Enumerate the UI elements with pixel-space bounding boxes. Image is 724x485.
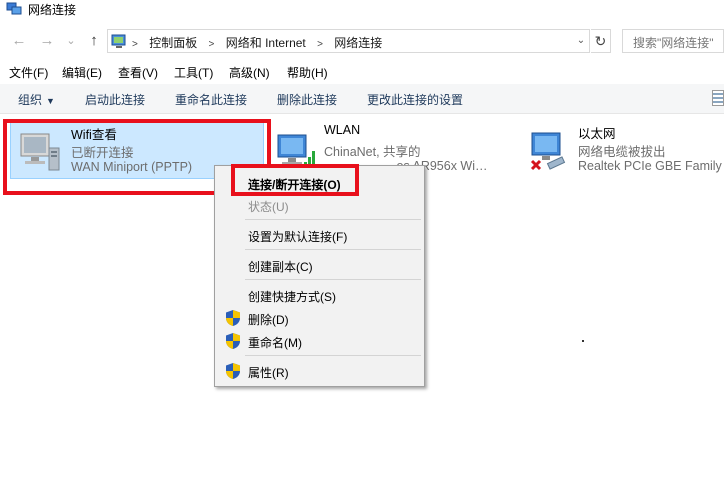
menu-item-label: 创建副本(C) xyxy=(248,260,313,274)
menu-item-status: 状态(U) xyxy=(215,194,424,216)
organize-label: 组织 xyxy=(18,93,43,107)
control-panel-icon xyxy=(111,34,126,48)
menu-separator xyxy=(245,219,421,220)
address-dropdown-button[interactable]: ⌄ xyxy=(574,34,588,48)
connection-device: Realtek PCIe GBE Family C xyxy=(578,159,724,173)
organize-button[interactable]: 组织 ▼ xyxy=(18,91,55,108)
rename-connection-button[interactable]: 重命名此连接 xyxy=(175,91,247,108)
uac-shield-icon xyxy=(226,310,240,326)
breadcrumb: > 控制面板 > 网络和 Internet > 网络连接 xyxy=(132,34,382,51)
network-connections-icon xyxy=(6,2,22,15)
menu-item-label: 创建快捷方式(S) xyxy=(248,290,336,304)
menu-item-create-shortcut[interactable]: 创建快捷方式(S) xyxy=(215,284,424,306)
uac-shield-icon xyxy=(226,333,240,349)
forward-button[interactable]: → xyxy=(38,32,56,50)
connection-name: WLAN xyxy=(324,123,361,137)
address-bar[interactable]: > 控制面板 > 网络和 Internet > 网络连接 xyxy=(107,29,590,53)
menu-item-label: 属性(R) xyxy=(248,366,289,380)
breadcrumb-network-internet[interactable]: 网络和 Internet xyxy=(226,36,306,50)
back-button[interactable]: ← xyxy=(10,32,28,50)
breadcrumb-separator[interactable]: > xyxy=(317,39,323,50)
refresh-button[interactable]: ↻ xyxy=(591,29,611,53)
menu-separator xyxy=(245,279,421,280)
connection-status: 网络电缆被拔出 xyxy=(578,145,666,159)
menu-tools[interactable]: 工具(T) xyxy=(174,64,213,81)
chevron-down-icon: ▼ xyxy=(46,96,55,106)
menu-item-rename[interactable]: 重命名(M) xyxy=(215,330,424,352)
delete-connection-button[interactable]: 删除此连接 xyxy=(277,91,337,108)
annotation-highlight-connect-item xyxy=(231,164,359,196)
stray-pixel xyxy=(582,340,584,342)
title-bar: 网络连接 xyxy=(0,0,724,22)
connection-status: ChinaNet, 共享的 xyxy=(324,145,421,159)
ethernet-connection-icon xyxy=(530,132,566,171)
menu-file[interactable]: 文件(F) xyxy=(9,64,48,81)
menu-view[interactable]: 查看(V) xyxy=(118,64,158,81)
address-row: ← → ⌄ ↑ > 控制面板 > 网络和 Internet > 网络连接 xyxy=(0,26,724,56)
menu-item-create-copy[interactable]: 创建副本(C) xyxy=(215,254,424,276)
breadcrumb-network-connections[interactable]: 网络连接 xyxy=(334,36,382,50)
window-title: 网络连接 xyxy=(28,3,77,17)
uac-shield-icon xyxy=(226,363,240,379)
menu-separator xyxy=(245,355,421,356)
menu-item-properties[interactable]: 属性(R) xyxy=(215,360,424,382)
command-bar: 组织 ▼ 启动此连接 重命名此连接 删除此连接 更改此连接的设置 xyxy=(0,84,724,114)
recent-locations-button[interactable]: ⌄ xyxy=(62,32,80,50)
menu-item-delete[interactable]: 删除(D) xyxy=(215,307,424,329)
connection-item-ethernet[interactable]: 以太网 网络电缆被拔出 Realtek PCIe GBE Family C xyxy=(518,119,724,179)
change-settings-button[interactable]: 更改此连接的设置 xyxy=(367,91,463,108)
up-button[interactable]: ↑ xyxy=(85,32,103,50)
menu-item-label: 删除(D) xyxy=(248,313,289,327)
menu-bar: 文件(F) 编辑(E) 查看(V) 工具(T) 高级(N) 帮助(H) xyxy=(0,62,724,82)
menu-separator xyxy=(245,249,421,250)
menu-item-label: 状态(U) xyxy=(248,200,289,214)
search-input[interactable]: 搜索"网络连接" xyxy=(622,29,724,53)
breadcrumb-separator: > xyxy=(132,39,138,50)
menu-advanced[interactable]: 高级(N) xyxy=(229,64,270,81)
breadcrumb-separator[interactable]: > xyxy=(209,39,215,50)
start-connection-button[interactable]: 启动此连接 xyxy=(85,91,145,108)
menu-help[interactable]: 帮助(H) xyxy=(287,64,328,81)
menu-edit[interactable]: 编辑(E) xyxy=(62,64,102,81)
change-view-icon[interactable] xyxy=(712,90,724,106)
breadcrumb-control-panel[interactable]: 控制面板 xyxy=(149,36,197,50)
context-menu: 连接/断开连接(O) 状态(U) 设置为默认连接(F) 创建副本(C) 创建快捷… xyxy=(214,165,425,387)
menu-item-set-default[interactable]: 设置为默认连接(F) xyxy=(215,224,424,246)
menu-item-label: 设置为默认连接(F) xyxy=(248,230,348,244)
connection-name: 以太网 xyxy=(578,127,616,141)
menu-item-label: 重命名(M) xyxy=(248,336,302,350)
